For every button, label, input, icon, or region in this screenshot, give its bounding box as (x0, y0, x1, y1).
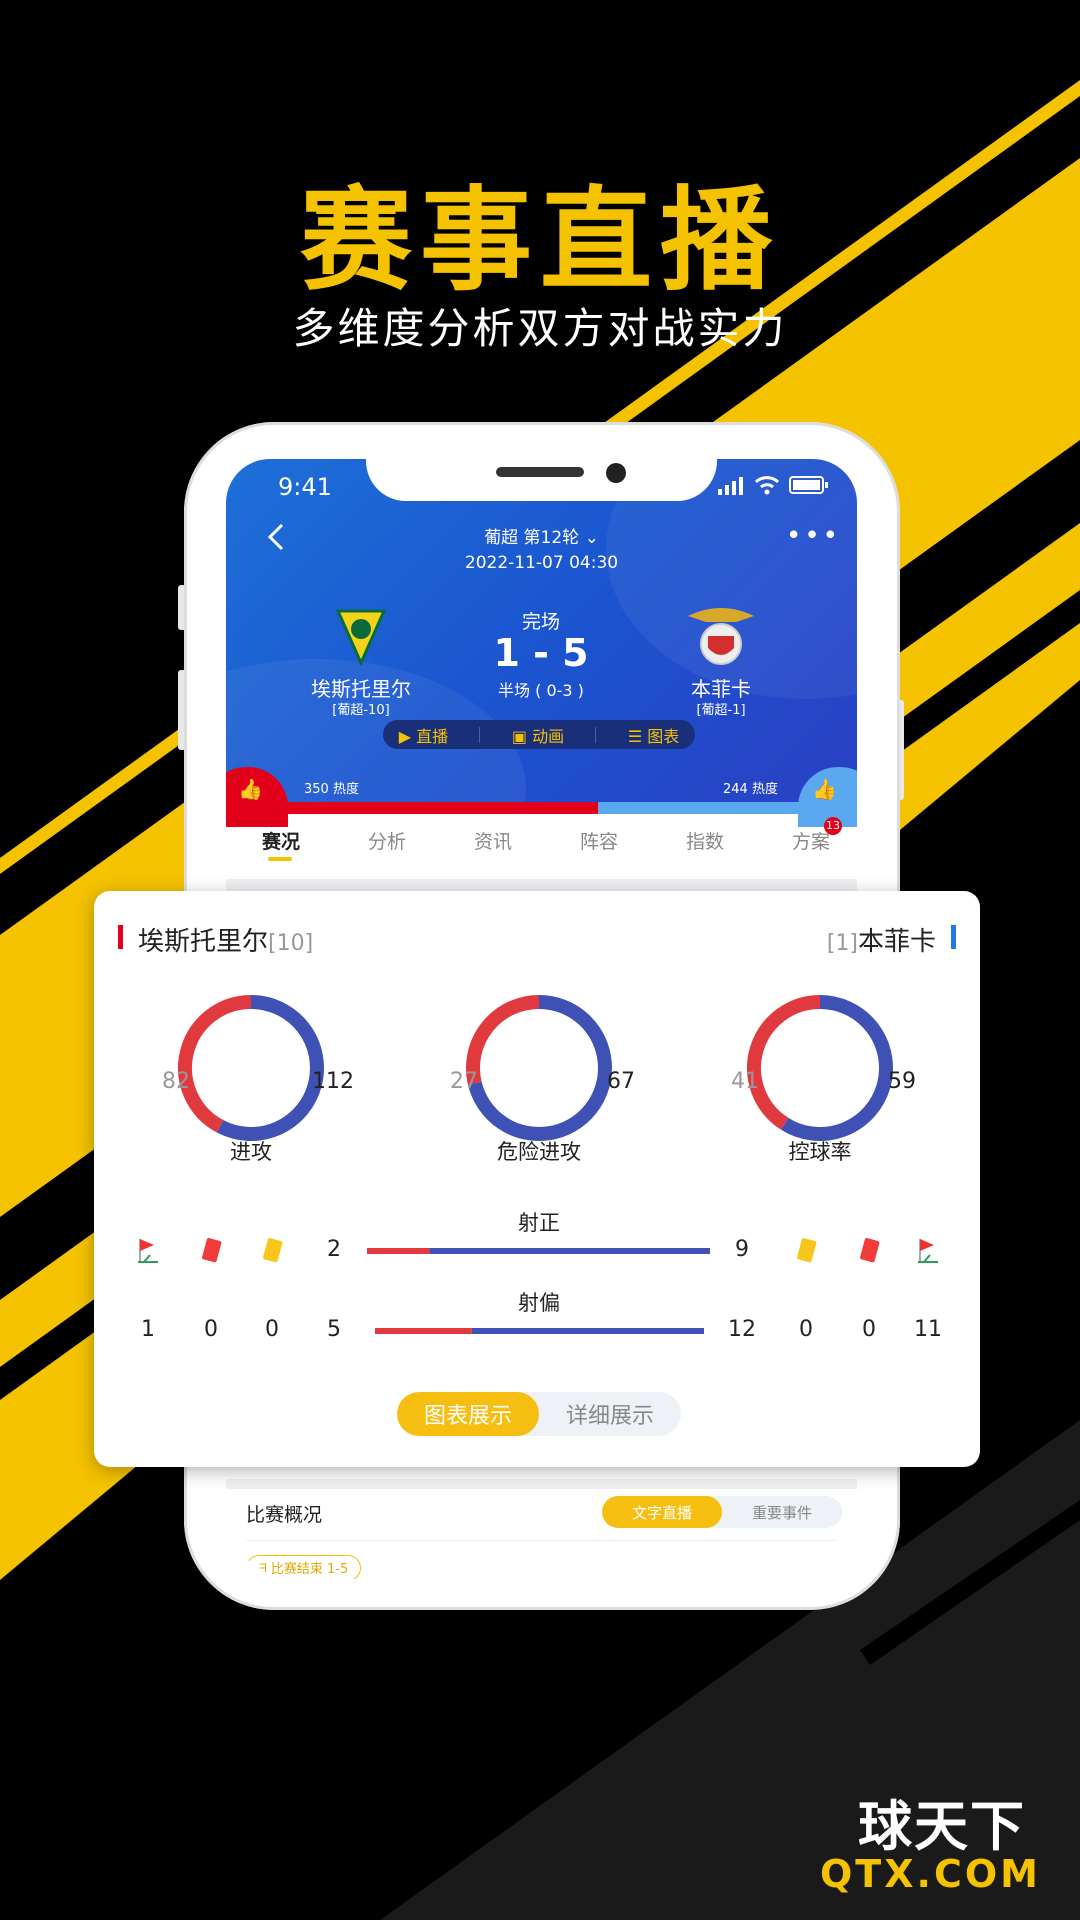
bar-label: 射正 (518, 1211, 560, 1235)
bar-home-value: 2 (327, 1237, 341, 1262)
away-corners-count: 11 (914, 1317, 942, 1342)
red-card-icon (857, 1237, 881, 1269)
thumbs-up-icon: 👍 (812, 777, 837, 801)
live-label: 直播 (416, 726, 449, 746)
shot-bars (367, 1248, 710, 1334)
live-button[interactable]: ▶ 直播 (399, 723, 448, 747)
bar-away-value: 9 (735, 1237, 749, 1262)
promo-title: 赛事直播 (300, 176, 780, 306)
league-round-dropdown[interactable]: 葡超 第12轮 ⌄ (226, 523, 857, 548)
overview-title: 比赛概况 (246, 1504, 323, 1526)
more-icon[interactable]: ••• (786, 521, 841, 551)
away-team-name: 本菲卡 (691, 677, 751, 701)
corner-flag-icon (916, 1237, 940, 1269)
bar-away-value: 12 (728, 1317, 756, 1342)
match-datetime: 2022-11-07 04:30 (464, 553, 619, 573)
camera (606, 463, 626, 483)
battery-icon (789, 476, 828, 494)
detail-view-tab[interactable]: 详细展示 (539, 1392, 681, 1436)
divider (226, 879, 857, 891)
overview-toggle: 文字直播 重要事件 (602, 1496, 842, 1528)
league-round-label: 葡超 第12轮 (484, 528, 580, 548)
heat-bar-home (226, 802, 598, 814)
chevron-down-icon: ⌄ (584, 528, 599, 548)
animation-label: 动画 (532, 726, 565, 746)
animation-button[interactable]: ▣ 动画 (512, 723, 564, 747)
chart-label: 图表 (647, 726, 680, 746)
media-buttons: ▶ 直播 ▣ 动画 ☰ 图表 (383, 720, 695, 749)
text-live-tab[interactable]: 文字直播 (602, 1496, 722, 1528)
corner-flag-icon (136, 1237, 160, 1269)
stats-card: 埃斯托里尔[10] [1]本菲卡 82 112 进攻 27 67 危险进攻 41 59 控球率 … (94, 891, 980, 1467)
display-toggle: 图表展示 详细展示 (397, 1392, 681, 1436)
event-tag-label: 比赛结束 1-5 (270, 1562, 349, 1577)
status-time: 9:41 (278, 473, 332, 501)
home-team-logo (336, 609, 386, 665)
promo-subtitle: 多维度分析双方对战实力 (292, 304, 788, 353)
chart-icon: ☰ (627, 726, 643, 746)
tab-badge: 13 (824, 817, 842, 835)
home-team-name: 埃斯托里尔 (311, 677, 411, 701)
divider (226, 1479, 857, 1489)
pitch-icon: ▣ (511, 726, 527, 746)
home-yellow-count: 0 (265, 1317, 279, 1342)
tab-3[interactable]: 阵容 (554, 827, 644, 854)
bar-home (367, 1248, 430, 1254)
halftime-score: 半场 ( 0-3 ) (498, 681, 584, 700)
brand-logo-name: 球天下 (858, 1795, 1026, 1858)
away-red-count: 0 (862, 1317, 876, 1342)
tab-5[interactable]: 方案 (766, 827, 856, 854)
divider (246, 1540, 836, 1541)
away-yellow-count: 0 (799, 1317, 813, 1342)
chart-button[interactable]: ☰ 图表 (628, 723, 679, 747)
tab-2[interactable]: 资讯 (448, 827, 538, 854)
away-team-rank: [葡超-1] (696, 703, 746, 718)
event-tag: ᖷ 比赛结束 1-5 (246, 1555, 362, 1579)
heat-bar (226, 802, 857, 814)
home-corners-count: 1 (141, 1317, 155, 1342)
play-icon: ▶ (398, 726, 411, 746)
notch (366, 459, 717, 501)
match-header: 9:41 葡超 第12轮 ⌄ 2022-11-07 04:30 ••• 埃斯托里… (226, 459, 857, 919)
home-team-rank: [葡超-10] (332, 703, 390, 718)
brand-logo-domain: QTX.COM (820, 1852, 1041, 1896)
speaker (496, 467, 584, 477)
bar-away (471, 1328, 704, 1334)
chart-view-tab[interactable]: 图表展示 (397, 1392, 539, 1436)
tab-1[interactable]: 分析 (342, 827, 432, 854)
active-tab-indicator (268, 857, 292, 861)
red-card-icon (199, 1237, 223, 1269)
bar-home (375, 1328, 472, 1334)
thumbs-up-icon: 👍 (238, 777, 263, 801)
wifi-icon (754, 476, 780, 495)
signal-icon (718, 477, 743, 495)
away-heat: 244 热度 (723, 782, 778, 797)
bar-away (429, 1248, 710, 1254)
tab-0[interactable]: 赛况 (236, 827, 326, 854)
yellow-card-icon (794, 1237, 818, 1269)
whistle-icon: ᖷ (259, 1562, 267, 1577)
bar-label: 射偏 (518, 1291, 560, 1315)
yellow-card-icon (260, 1237, 284, 1269)
home-red-count: 0 (204, 1317, 218, 1342)
home-heat: 350 热度 (304, 782, 359, 797)
away-team-logo (688, 608, 754, 665)
tab-4[interactable]: 指数 (660, 827, 750, 854)
bar-home-value: 5 (327, 1317, 341, 1342)
key-events-tab[interactable]: 重要事件 (722, 1496, 842, 1528)
match-status: 完场 (521, 611, 560, 633)
match-score: 1 - 5 (493, 631, 589, 675)
